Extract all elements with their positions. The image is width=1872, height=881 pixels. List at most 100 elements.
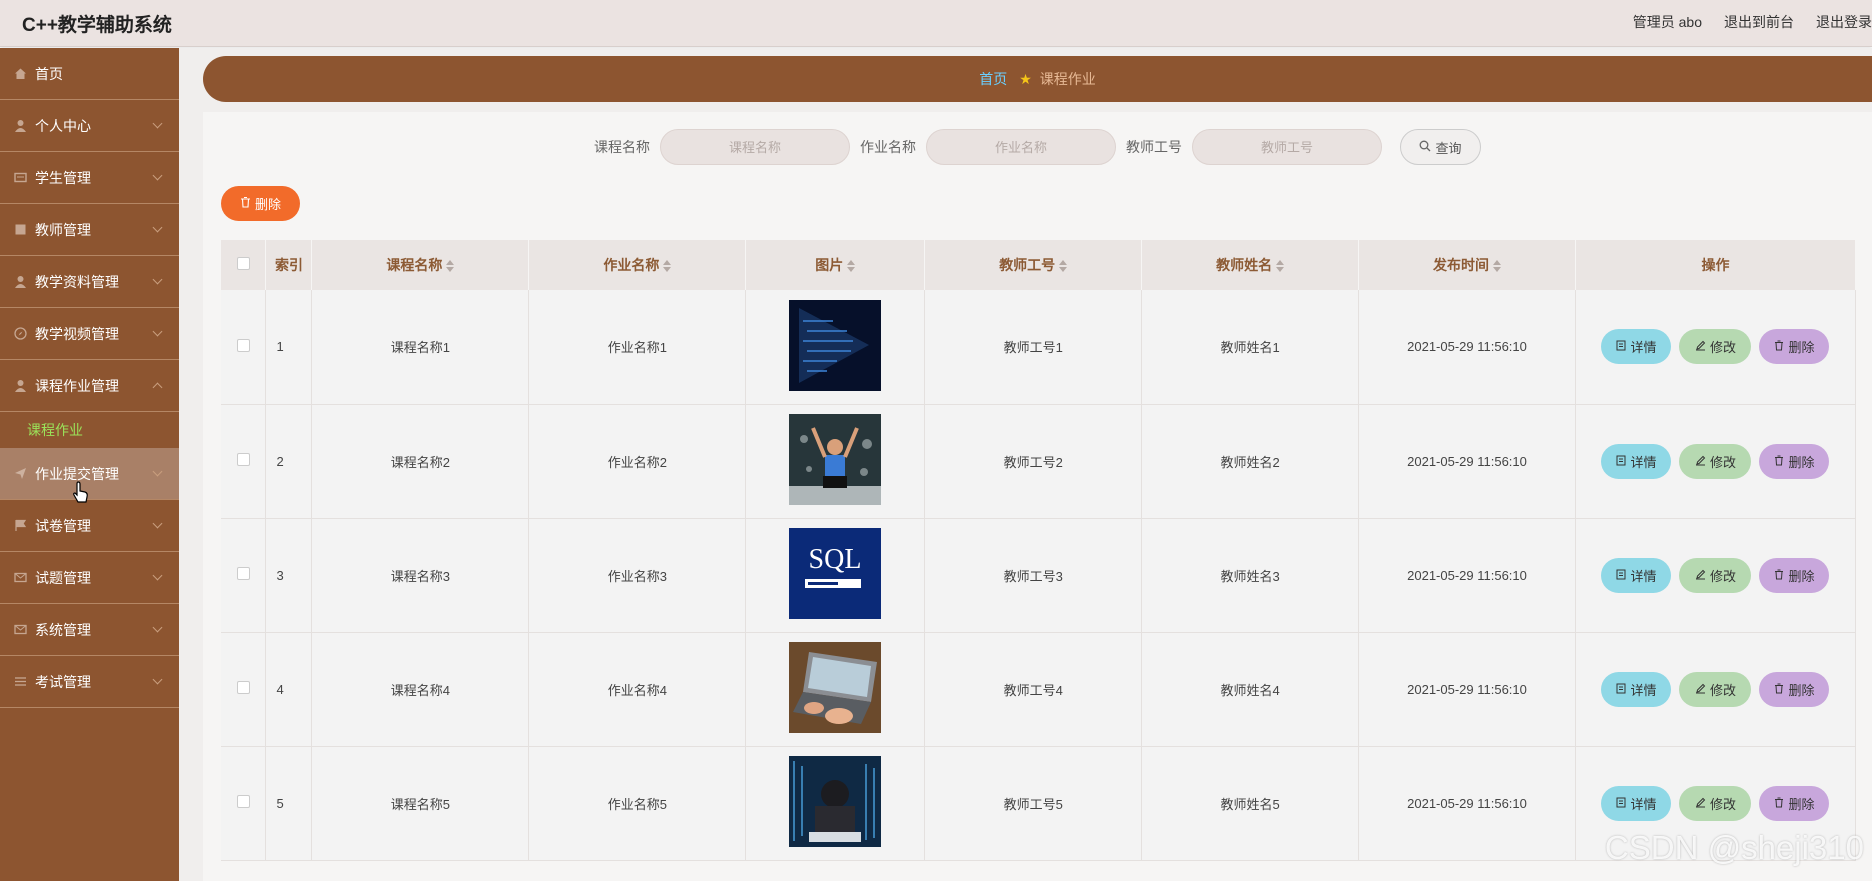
delete-button[interactable]: 删除 <box>1759 785 1830 821</box>
search-bar: 课程名称 作业名称 教师工号 查询 <box>203 129 1872 165</box>
delete-button[interactable]: 删除 <box>1759 329 1830 365</box>
homework-name-cell: 作业名称5 <box>528 746 747 861</box>
pencil-icon <box>1695 454 1706 469</box>
row-checkbox[interactable] <box>236 681 250 694</box>
sort-icon <box>1059 260 1068 273</box>
row-select-cell <box>221 290 267 405</box>
logout-link[interactable]: 退出登录 <box>1816 12 1872 32</box>
column-header-teacher-name[interactable]: 教师姓名 <box>1141 240 1360 290</box>
home-icon <box>14 67 27 80</box>
sidebar-item-teaching-materials[interactable]: 教学资料管理 <box>0 256 179 308</box>
publish-time-cell: 2021-05-29 11:56:10 <box>1358 290 1576 405</box>
sidebar-item-students[interactable]: 学生管理 <box>0 152 179 204</box>
delete-button-label: 删除 <box>1788 340 1815 356</box>
homework-name-cell: 作业名称3 <box>528 518 747 633</box>
sidebar-item-exams[interactable]: 考试管理 <box>0 656 179 708</box>
row-checkbox[interactable] <box>236 453 250 466</box>
detail-button[interactable]: 详情 <box>1601 671 1672 707</box>
document-icon <box>1616 682 1626 697</box>
column-header-label: 教师工号 <box>999 257 1056 273</box>
content-panel: 课程名称 作业名称 教师工号 查询 删除 索引 课程名称 <box>203 112 1872 881</box>
teacher-no-input[interactable] <box>1192 129 1382 165</box>
table-row: 2 课程名称2 作业名称2 教师工号2 教师姓名2 2021-05-29 11:56:10… <box>221 404 1857 519</box>
detail-button[interactable]: 详情 <box>1601 329 1672 365</box>
document-icon <box>1616 796 1626 811</box>
detail-button[interactable]: 详情 <box>1601 443 1672 479</box>
delete-button[interactable]: 删除 <box>1759 557 1830 593</box>
sidebar-item-course-homework[interactable]: 课程作业管理 <box>0 360 179 412</box>
search-button[interactable]: 查询 <box>1400 129 1481 165</box>
sidebar-item-questions[interactable]: 试题管理 <box>0 552 179 604</box>
sidebar-item-label: 首页 <box>35 65 63 82</box>
row-checkbox[interactable] <box>236 567 250 580</box>
sidebar-item-teachers[interactable]: 教师管理 <box>0 204 179 256</box>
teacher-name-cell: 教师姓名3 <box>1141 518 1360 633</box>
envelope-icon <box>14 623 27 636</box>
course-name-cell: 课程名称4 <box>311 632 530 747</box>
delete-button-label: 删除 <box>1788 454 1815 470</box>
row-index: 3 <box>265 518 313 633</box>
edit-button[interactable]: 修改 <box>1679 785 1752 821</box>
submenu-item-course-homework[interactable]: 课程作业 <box>0 412 179 448</box>
delete-button[interactable]: 删除 <box>1759 671 1830 707</box>
column-header-publish-time[interactable]: 发布时间 <box>1358 240 1576 290</box>
delete-button[interactable]: 删除 <box>1759 443 1830 479</box>
homework-thumbnail[interactable] <box>789 414 882 505</box>
back-to-frontend-link[interactable]: 退出到前台 <box>1724 12 1794 32</box>
homework-thumbnail[interactable] <box>789 642 882 733</box>
chevron-down-icon <box>152 118 163 129</box>
detail-button-label: 详情 <box>1630 568 1657 584</box>
edit-button[interactable]: 修改 <box>1679 671 1752 707</box>
image-cell <box>745 290 926 405</box>
course-name-cell: 课程名称1 <box>311 290 530 405</box>
column-header-homework[interactable]: 作业名称 <box>528 240 747 290</box>
image-cell <box>745 746 926 861</box>
watermark: CSDN @sheji310 <box>1604 829 1864 866</box>
breadcrumb-home[interactable]: 首页 <box>979 69 1007 89</box>
homework-thumbnail[interactable]: SQL <box>789 528 882 619</box>
search-icon <box>1419 140 1431 155</box>
sidebar-item-system[interactable]: 系统管理 <box>0 604 179 656</box>
chevron-down-icon <box>152 170 163 181</box>
column-header-label: 教师姓名 <box>1216 257 1273 273</box>
admin-user-link[interactable]: 管理员 abo <box>1633 12 1702 32</box>
homework-thumbnail[interactable] <box>789 299 882 391</box>
detail-button-label: 详情 <box>1630 340 1657 356</box>
row-index: 2 <box>265 404 313 519</box>
edit-button[interactable]: 修改 <box>1679 557 1752 593</box>
sidebar-item-label: 学生管理 <box>35 169 91 186</box>
sidebar-item-home[interactable]: 首页 <box>0 48 179 100</box>
trash-icon <box>1774 339 1784 354</box>
homework-name-input[interactable] <box>926 129 1116 165</box>
teacher-no-cell: 教师工号2 <box>924 404 1143 519</box>
column-header-image[interactable]: 图片 <box>745 240 926 290</box>
sidebar-item-personal-center[interactable]: 个人中心 <box>0 100 179 152</box>
bulk-delete-button[interactable]: 删除 <box>221 186 300 221</box>
trash-icon <box>1774 568 1784 583</box>
sidebar-item-label: 教学资料管理 <box>35 273 119 290</box>
edit-button[interactable]: 修改 <box>1679 329 1752 365</box>
user-icon <box>14 275 27 288</box>
chevron-down-icon <box>152 222 163 233</box>
course-name-input[interactable] <box>660 129 850 165</box>
row-checkbox[interactable] <box>236 338 250 352</box>
row-checkbox[interactable] <box>236 795 250 808</box>
teacher-no-cell: 教师工号3 <box>924 518 1143 633</box>
detail-button[interactable]: 详情 <box>1601 557 1672 593</box>
chevron-up-icon <box>152 382 163 393</box>
column-header-course[interactable]: 课程名称 <box>311 240 530 290</box>
teacher-no-label: 教师工号 <box>1126 139 1182 155</box>
publish-time-cell: 2021-05-29 11:56:10 <box>1358 746 1576 861</box>
sidebar-item-teaching-videos[interactable]: 教学视频管理 <box>0 308 179 360</box>
edit-button-label: 修改 <box>1709 454 1736 470</box>
user-icon <box>14 379 27 392</box>
select-all-checkbox[interactable] <box>236 257 250 270</box>
send-icon <box>14 467 27 480</box>
homework-thumbnail[interactable] <box>789 756 882 847</box>
row-select-cell <box>221 404 267 519</box>
image-cell <box>745 404 926 519</box>
column-header-teacher-no[interactable]: 教师工号 <box>924 240 1143 290</box>
document-icon <box>1616 454 1626 469</box>
detail-button[interactable]: 详情 <box>1601 785 1672 821</box>
edit-button[interactable]: 修改 <box>1679 443 1752 479</box>
